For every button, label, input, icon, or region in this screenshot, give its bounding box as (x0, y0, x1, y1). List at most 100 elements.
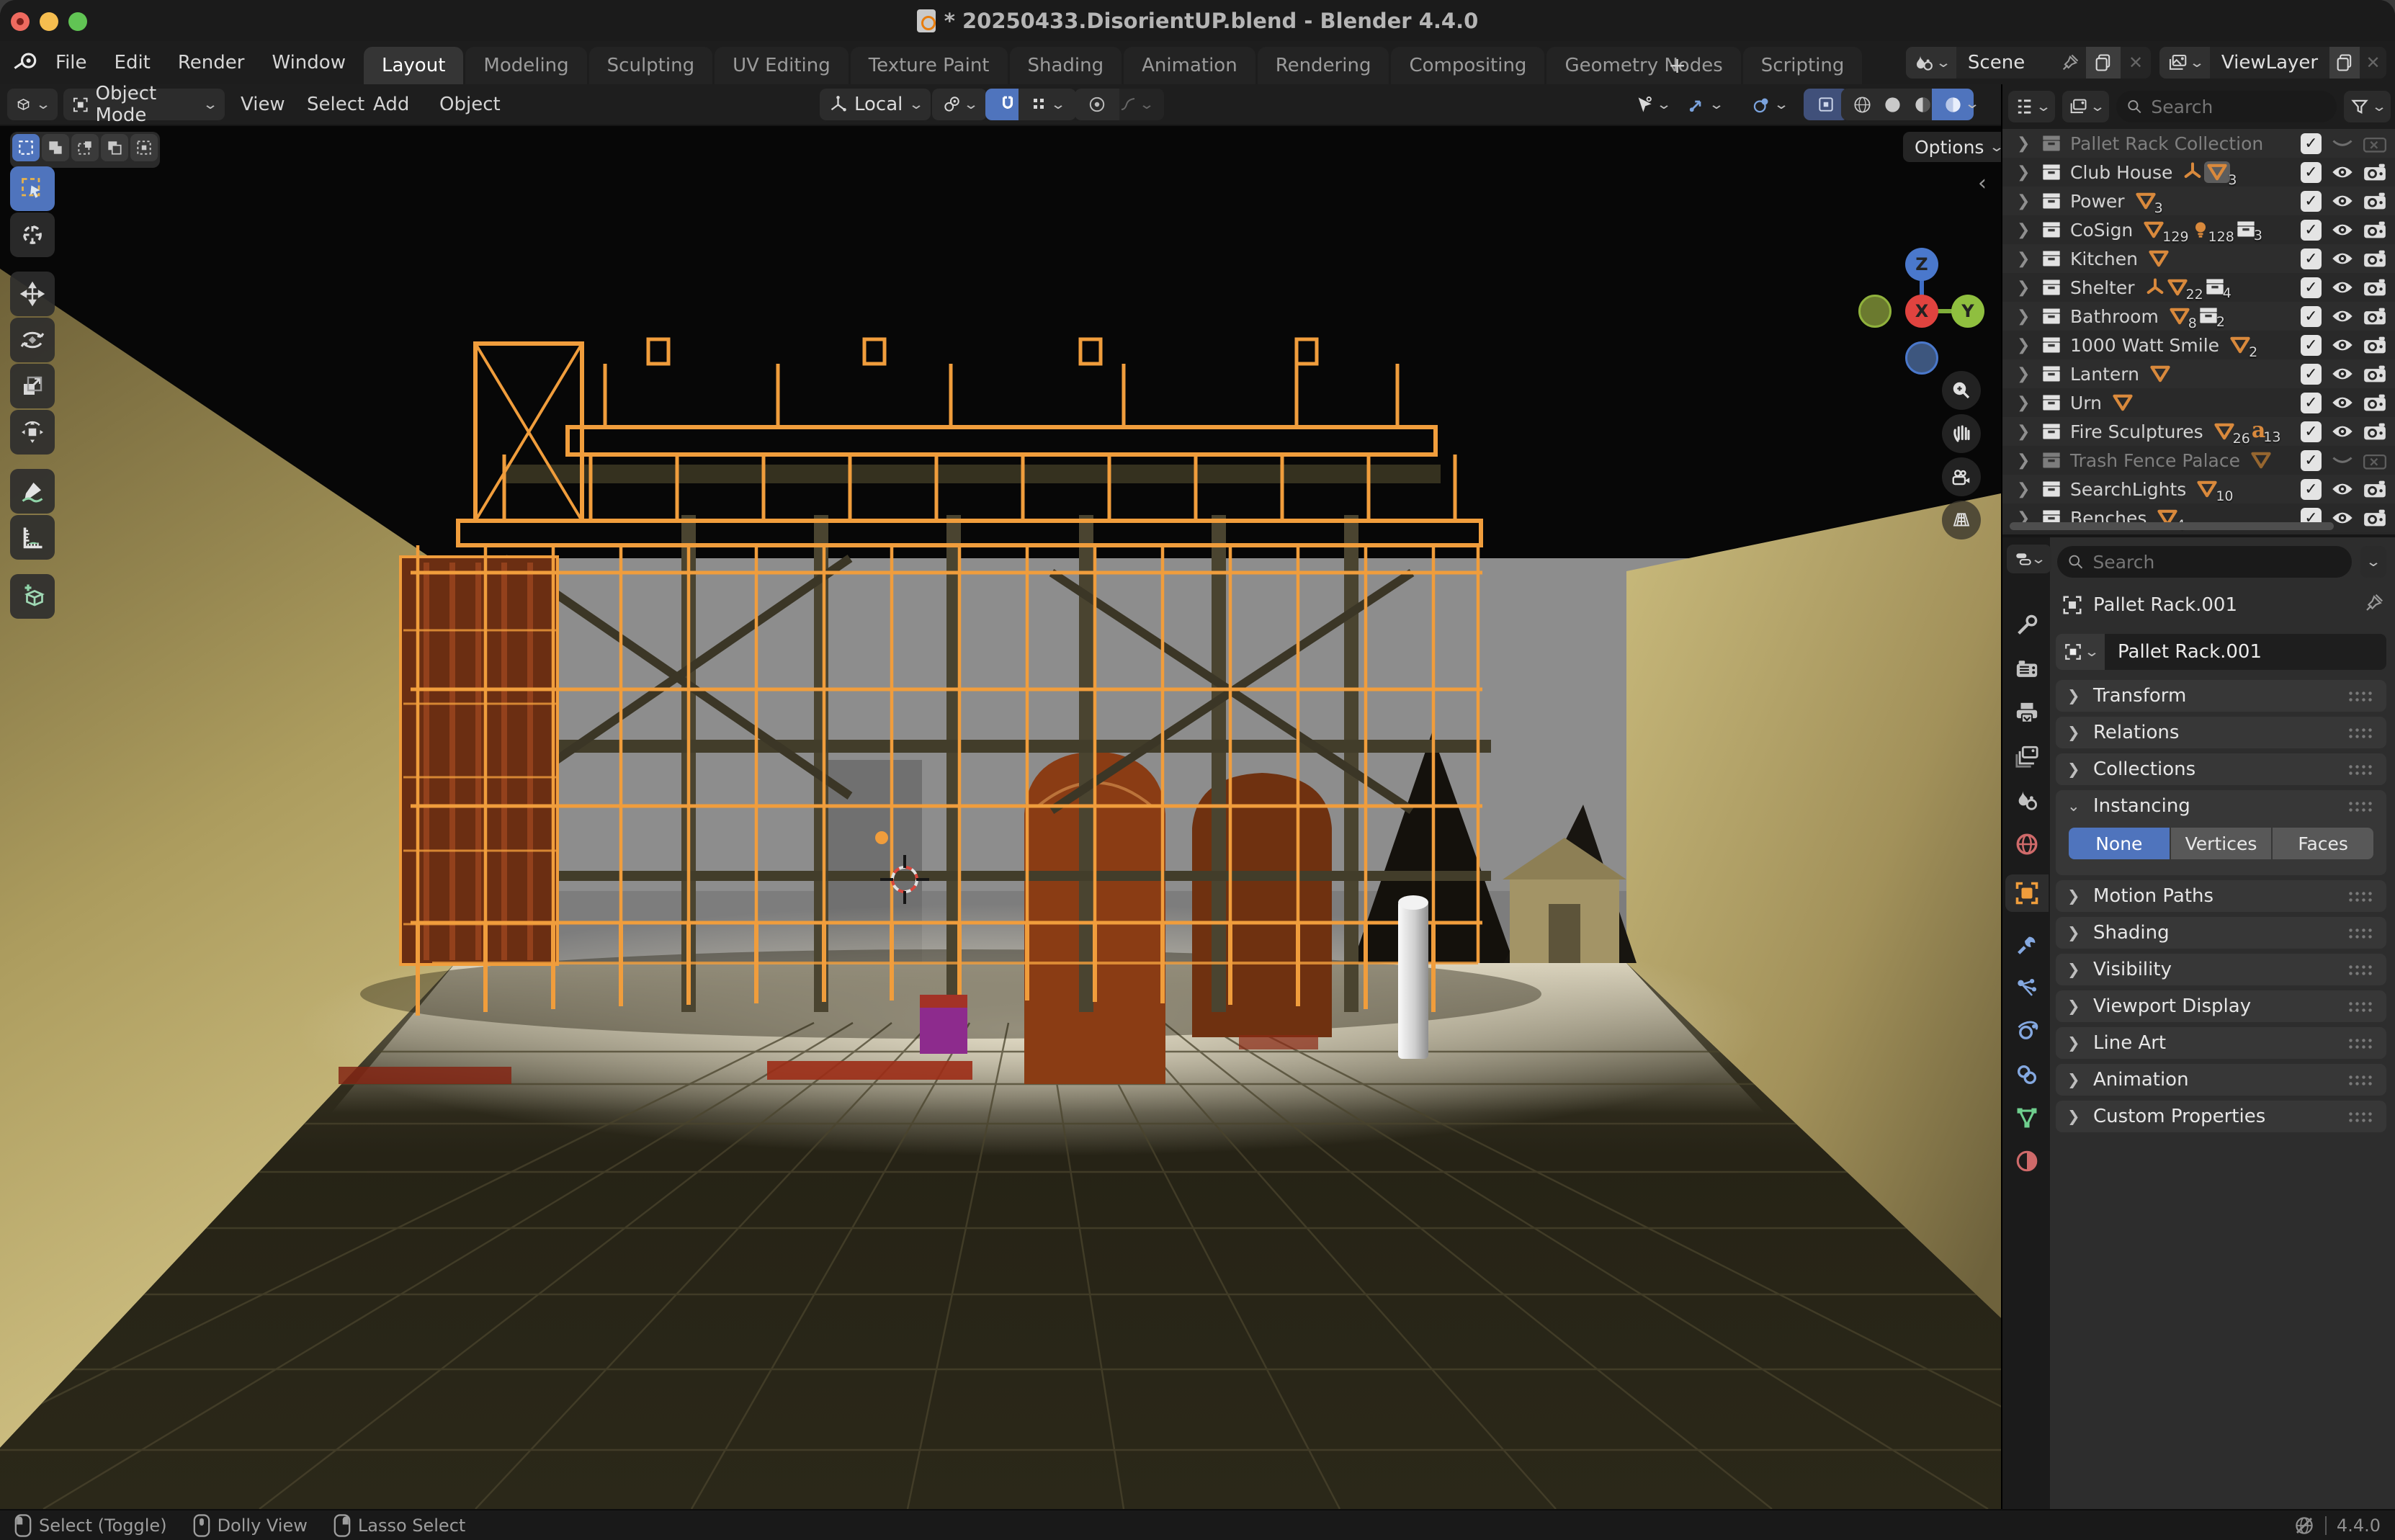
exclude-checkbox[interactable]: ✓ (2301, 335, 2322, 356)
disable-render-icon-off[interactable] (2363, 134, 2386, 153)
hide-eye-closed-icon[interactable] (2331, 135, 2354, 152)
panel-grip-icon[interactable] (2347, 1111, 2375, 1123)
collection-name[interactable]: Power (2070, 191, 2125, 212)
scene-name[interactable]: Scene (1956, 47, 2060, 79)
panel-grip-icon[interactable] (2347, 690, 2375, 702)
exclude-checkbox[interactable]: ✓ (2301, 450, 2322, 471)
disclosure-chevron-icon[interactable]: ❯ (2017, 480, 2041, 498)
tool-rotate[interactable] (10, 318, 55, 362)
panel-header-instancing[interactable]: ⌄Instancing (2056, 790, 2386, 822)
exclude-checkbox[interactable]: ✓ (2301, 364, 2322, 385)
disclosure-chevron-icon[interactable]: ❯ (2017, 135, 2041, 153)
properties-tab-material[interactable] (2005, 1142, 2049, 1180)
collection-name[interactable]: Bathroom (2070, 306, 2159, 327)
properties-tab-output[interactable] (2005, 694, 2049, 732)
menu-window[interactable]: Window (258, 41, 359, 84)
properties-tab-view-layer[interactable] (2005, 738, 2049, 775)
hide-eye-icon[interactable] (2331, 509, 2354, 527)
properties-tab-modifiers[interactable] (2005, 926, 2049, 964)
panel-grip-icon[interactable] (2347, 1000, 2375, 1013)
viewport-menu-view[interactable]: View (229, 84, 297, 125)
panel-header-custom-properties[interactable]: ❯Custom Properties (2056, 1101, 2386, 1132)
disclosure-chevron-icon[interactable]: ❯ (2017, 394, 2041, 412)
exclude-checkbox[interactable]: ✓ (2301, 277, 2322, 298)
gizmo-axis-y[interactable]: Y (1951, 295, 1984, 328)
breadcrumb-object-name[interactable]: Pallet Rack.001 (2093, 594, 2237, 616)
transform-orientation-dropdown[interactable]: Local ⌄ (820, 89, 931, 120)
workspace-tab-uv-editing[interactable]: UV Editing (715, 47, 849, 84)
exclude-checkbox[interactable]: ✓ (2301, 191, 2322, 212)
view-layer-browse-button[interactable]: ⌄ (2159, 47, 2210, 79)
hide-eye-icon[interactable] (2331, 365, 2354, 382)
instancing-option-none[interactable]: None (2069, 828, 2170, 859)
exclude-checkbox[interactable]: ✓ (2301, 133, 2322, 154)
disclosure-chevron-icon[interactable]: ❯ (2017, 423, 2041, 441)
outliner-editor-type-button[interactable]: ⌄ (2008, 91, 2055, 122)
properties-tab-physics[interactable] (2005, 1013, 2049, 1050)
outliner-row-searchlights[interactable]: ❯SearchLights10✓ (2002, 475, 2395, 503)
disable-render-icon[interactable] (2363, 364, 2386, 383)
new-view-layer-button[interactable] (2329, 47, 2360, 79)
menu-render[interactable]: Render (164, 41, 259, 84)
workspace-tab-animation[interactable]: Animation (1124, 47, 1255, 84)
disable-render-icon[interactable] (2363, 393, 2386, 412)
tool-transform[interactable] (10, 410, 55, 455)
panel-header-viewport-display[interactable]: ❯Viewport Display (2056, 990, 2386, 1022)
disclosure-chevron-icon[interactable]: ❯ (2017, 192, 2041, 210)
scene-browse-button[interactable]: ⌄ (1906, 47, 1956, 79)
add-workspace-button[interactable]: + (1655, 47, 1699, 84)
disclosure-chevron-icon[interactable]: ❯ (2017, 365, 2041, 383)
panel-grip-icon[interactable] (2347, 964, 2375, 976)
collection-name[interactable]: CoSign (2070, 220, 2133, 241)
exclude-checkbox[interactable]: ✓ (2301, 306, 2322, 327)
exclude-checkbox[interactable]: ✓ (2301, 421, 2322, 442)
panel-grip-icon[interactable] (2347, 1074, 2375, 1086)
hide-eye-icon[interactable] (2331, 308, 2354, 325)
outliner-search-input[interactable] (2149, 96, 2327, 118)
workspace-tab-texture-paint[interactable]: Texture Paint (851, 47, 1008, 84)
tool-measure[interactable] (10, 515, 55, 560)
select-mode-intersect[interactable] (130, 134, 158, 161)
properties-editor-type-button[interactable]: ⌄ (2007, 545, 2051, 573)
workspace-tab-shading[interactable]: Shading (1010, 47, 1122, 84)
collection-name[interactable]: Fire Sculptures (2070, 421, 2203, 442)
collection-name[interactable]: Urn (2070, 393, 2102, 413)
object-id-browse-button[interactable]: ⌄ (2056, 634, 2105, 670)
collection-name[interactable]: Pallet Rack Collection (2070, 133, 2263, 154)
tool-cursor[interactable] (10, 212, 55, 257)
panel-header-transform[interactable]: ❯Transform (2056, 680, 2386, 712)
exclude-checkbox[interactable]: ✓ (2301, 162, 2322, 183)
hide-eye-icon[interactable] (2331, 336, 2354, 354)
tool-add-cube[interactable] (10, 574, 55, 619)
tool-select-box[interactable] (10, 166, 55, 211)
outliner-row-kitchen[interactable]: ❯Kitchen✓ (2002, 244, 2395, 273)
disclosure-chevron-icon[interactable]: ❯ (2017, 336, 2041, 354)
disable-render-icon[interactable] (2363, 220, 2386, 239)
hide-eye-icon[interactable] (2331, 250, 2354, 267)
instancing-option-faces[interactable]: Faces (2273, 828, 2373, 859)
workspace-tab-compositing[interactable]: Compositing (1391, 47, 1544, 84)
pin-icon[interactable] (2363, 592, 2385, 619)
properties-tab-object[interactable] (2005, 874, 2049, 912)
properties-search-input[interactable] (2091, 551, 2342, 573)
menu-edit[interactable]: Edit (101, 41, 164, 84)
panel-grip-icon[interactable] (2347, 800, 2375, 812)
instancing-option-vertices[interactable]: Vertices (2171, 828, 2272, 859)
menu-file[interactable]: File (42, 41, 101, 84)
workspace-tab-modeling[interactable]: Modeling (465, 47, 586, 84)
view-layer-name[interactable]: ViewLayer (2210, 47, 2329, 79)
disable-render-icon[interactable] (2363, 192, 2386, 210)
properties-tab-render[interactable] (2005, 651, 2049, 689)
overlays-dropdown[interactable]: ⌄ (1739, 89, 1799, 120)
panel-header-motion-paths[interactable]: ❯Motion Paths (2056, 880, 2386, 912)
panel-grip-icon[interactable] (2347, 1037, 2375, 1049)
disclosure-chevron-icon[interactable]: ❯ (2017, 452, 2041, 470)
exclude-checkbox[interactable]: ✓ (2301, 249, 2322, 269)
properties-tab-scene[interactable] (2005, 782, 2049, 820)
hide-eye-closed-icon[interactable] (2331, 452, 2354, 469)
mode-dropdown[interactable]: Object Mode ⌄ (63, 89, 225, 120)
pin-icon[interactable] (2060, 47, 2086, 79)
perspective-toggle-button[interactable] (1942, 501, 1981, 540)
shading-dropdown[interactable]: ⌄ (1966, 96, 1978, 112)
disable-render-icon[interactable] (2363, 307, 2386, 326)
